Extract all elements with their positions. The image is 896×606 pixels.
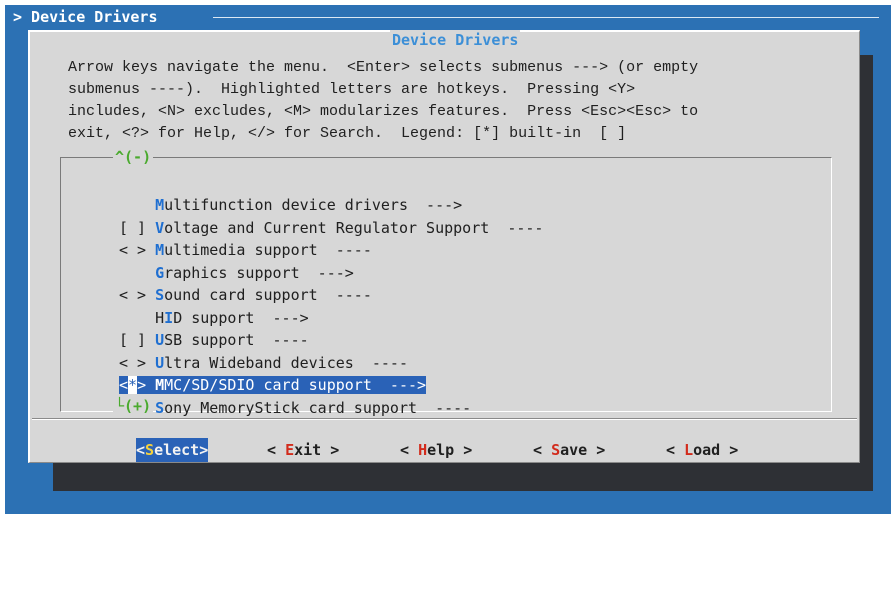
menu-item-sound-card[interactable]: < > Sound card support ---- [119,284,543,307]
help-line: Arrow keys navigate the menu. <Enter> se… [68,59,699,76]
terminal-screen: > Device Drivers Device Drivers Arrow ke… [5,5,891,514]
scroll-down-indicator: └(+) [113,397,154,415]
menu-item-hid[interactable]: HID support ---> [119,307,543,330]
help-line: includes, <N> excludes, <M> modularizes … [68,103,699,120]
menu-item-multimedia[interactable]: < > Multimedia support ---- [119,239,543,262]
button-separator [32,418,857,420]
window-title: > Device Drivers [13,8,158,26]
menu-item-usb[interactable]: [ ] USB support ---- [119,329,543,352]
menu-item-mmc-sd-sdio[interactable]: <*> MMC/SD/SDIO card support ---> [119,374,543,397]
menu-list-box[interactable]: ^(-) Multifunction device drivers ---> [… [60,148,832,417]
title-rule [213,17,879,18]
exit-button[interactable]: < Exit > [267,438,339,462]
menu-items: Multifunction device drivers ---> [ ] Vo… [119,194,543,419]
select-button[interactable]: <Select> [136,438,209,462]
device-drivers-dialog: Device Drivers Arrow keys navigate the m… [28,30,860,463]
help-text: Arrow keys navigate the menu. <Enter> se… [68,57,858,145]
dialog-title: Device Drivers [390,30,521,50]
menu-item-graphics[interactable]: Graphics support ---> [119,262,543,285]
menu-item-memorystick[interactable]: < > Sony MemoryStick card support ---- [119,397,543,420]
scroll-up-indicator: ^(-) [113,148,154,166]
menu-item-multifunction[interactable]: Multifunction device drivers ---> [119,194,543,217]
selection-cursor: * [128,376,138,394]
help-button[interactable]: < Help > [400,438,472,462]
button-bar: <Select> < Exit > < Help > < Save > < Lo… [30,438,860,462]
help-line: submenus ----). Highlighted letters are … [68,81,636,98]
load-button[interactable]: < Load > [666,438,738,462]
help-line: exit, <?> for Help, </> for Search. Lege… [68,125,627,142]
save-button[interactable]: < Save > [533,438,605,462]
menu-item-voltage-regulator[interactable]: [ ] Voltage and Current Regulator Suppor… [119,217,543,240]
menu-item-ultra-wideband[interactable]: < > Ultra Wideband devices ---- [119,352,543,375]
